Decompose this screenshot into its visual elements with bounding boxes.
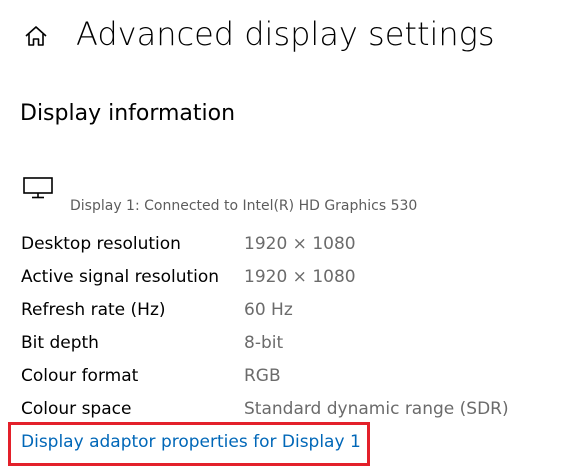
info-row-refresh-rate: Refresh rate (Hz) 60 Hz	[20, 296, 550, 329]
info-value: 60 Hz	[244, 300, 293, 320]
section-title-display-information: Display information	[20, 101, 236, 126]
info-row-bit-depth: Bit depth 8-bit	[20, 329, 550, 362]
display-caption: Display 1: Connected to Intel(R) HD Grap…	[70, 198, 418, 214]
info-value: 8-bit	[244, 333, 284, 353]
info-label: Desktop resolution	[21, 234, 181, 254]
info-value: Standard dynamic range (SDR)	[244, 399, 509, 419]
info-value: 1920 × 1080	[244, 234, 356, 254]
page-title: Advanced display settings	[76, 15, 495, 53]
page-header: Advanced display settings	[0, 0, 567, 80]
info-label: Refresh rate (Hz)	[21, 300, 166, 320]
home-icon	[23, 24, 49, 48]
display-adaptor-properties-link[interactable]: Display adaptor properties for Display 1	[21, 428, 361, 456]
info-label: Active signal resolution	[21, 267, 220, 287]
info-value: RGB	[244, 366, 281, 386]
info-label: Colour space	[21, 399, 132, 419]
display-info-table: Desktop resolution 1920 × 1080 Active si…	[20, 230, 550, 428]
info-label: Bit depth	[21, 333, 99, 353]
info-row-colour-format: Colour format RGB	[20, 362, 550, 395]
info-label: Colour format	[21, 366, 139, 386]
home-button[interactable]	[16, 20, 56, 52]
info-value: 1920 × 1080	[244, 267, 356, 287]
monitor-icon	[22, 176, 56, 200]
info-row-desktop-resolution: Desktop resolution 1920 × 1080	[20, 230, 550, 263]
info-row-active-signal-resolution: Active signal resolution 1920 × 1080	[20, 263, 550, 296]
